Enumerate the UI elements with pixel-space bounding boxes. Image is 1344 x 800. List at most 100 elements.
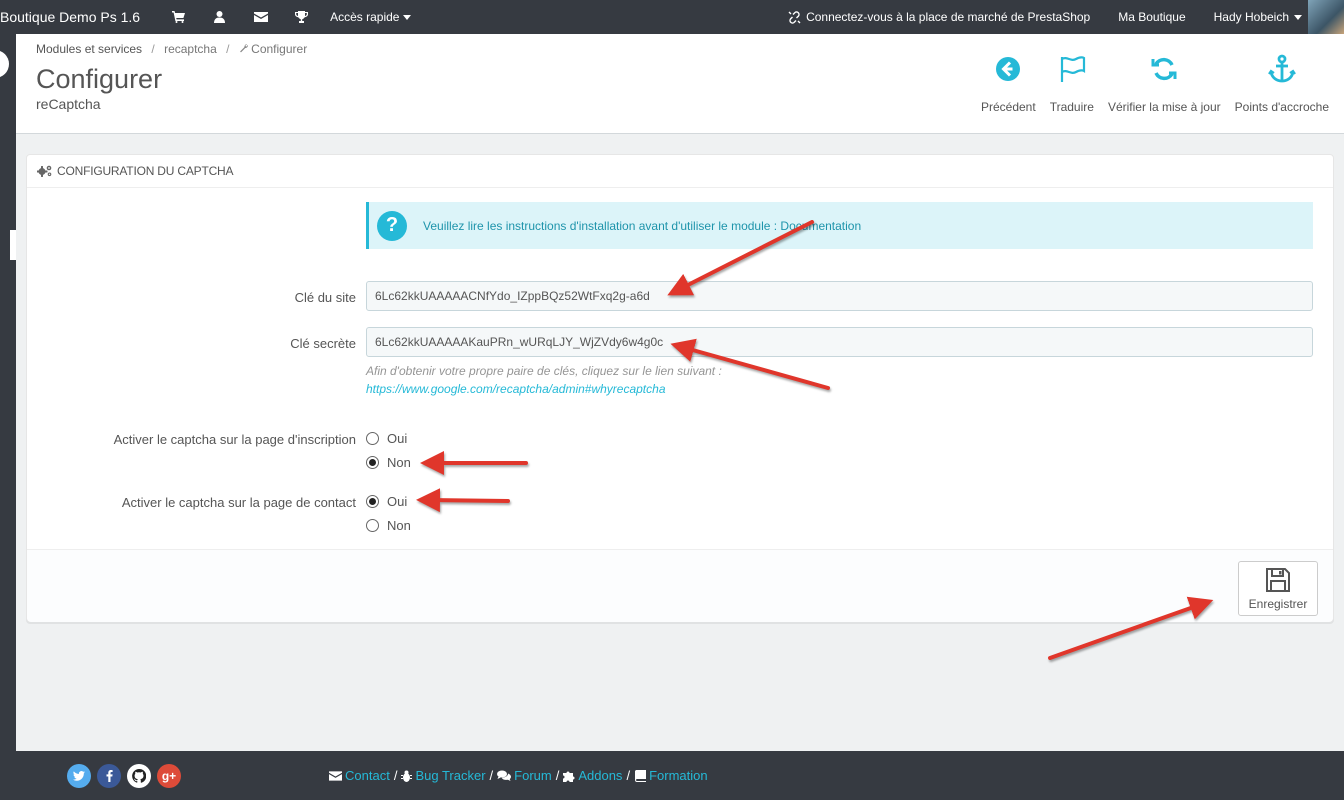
signup-yes-radio[interactable] (366, 432, 379, 445)
bug-icon (401, 770, 413, 782)
contact-captcha-label: Activer le captcha sur la page de contac… (121, 495, 356, 510)
bug-tracker-label: Bug Tracker (415, 768, 486, 783)
hooks-button[interactable]: Points d'accroche (1228, 54, 1336, 114)
contact-yes-radio[interactable] (366, 495, 379, 508)
shop-name[interactable]: Boutique Demo Ps 1.6 (0, 9, 140, 25)
recaptcha-admin-link[interactable]: https://www.google.com/recaptcha/admin#w… (366, 382, 666, 396)
gears-icon (37, 165, 52, 177)
signup-captcha-label: Activer le captcha sur la page d'inscrip… (113, 432, 356, 447)
back-button[interactable]: Précédent (974, 54, 1043, 114)
save-button[interactable]: Enregistrer (1238, 561, 1318, 616)
user-name: Hady Hobeich (1213, 10, 1289, 24)
footer-link-forum[interactable]: Forum (497, 768, 552, 783)
site-key-label: Clé du site (294, 290, 356, 305)
book-icon (635, 769, 647, 782)
secret-key-label: Clé secrète (290, 336, 356, 351)
breadcrumb-item-configure: Configurer (251, 42, 308, 56)
footer: g+ Contact / Bug Tracker / Forum / Addon… (0, 751, 1344, 800)
panel-heading-label: Configuration du captcha (57, 164, 234, 178)
signup-no-radio[interactable] (366, 456, 379, 469)
contact-no-option[interactable]: Non (366, 518, 411, 533)
question-icon: ? (377, 210, 407, 241)
addons-label: Addons (578, 768, 623, 783)
footer-separator: / (489, 768, 494, 783)
social-links: g+ (67, 763, 181, 788)
back-label: Précédent (980, 100, 1036, 114)
anchor-icon (1267, 54, 1296, 83)
marketplace-label: Connectez-vous à la place de marché de P… (806, 10, 1091, 24)
sidebar (0, 34, 16, 751)
save-label: Enregistrer (1248, 596, 1308, 611)
footer-links: Contact / Bug Tracker / Forum / Addons /… (329, 768, 708, 783)
footer-separator: / (626, 768, 631, 783)
check-update-button[interactable]: Vérifier la mise à jour (1101, 54, 1228, 114)
twitter-icon[interactable] (67, 763, 91, 788)
top-navbar: Boutique Demo Ps 1.6 Accès rapide Connec… (0, 0, 1344, 34)
help-text: Afin d'obtenir votre propre paire de clé… (366, 364, 722, 378)
envelope-icon (329, 770, 342, 781)
footer-link-formation[interactable]: Formation (634, 768, 708, 783)
chevron-down-icon (403, 14, 412, 20)
envelope-icon[interactable] (240, 0, 281, 34)
sidebar-toggle[interactable] (0, 50, 9, 78)
my-shop-link[interactable]: Ma Boutique (1104, 10, 1199, 24)
user-menu[interactable]: Hady Hobeich (1200, 10, 1306, 24)
footer-separator: / (555, 768, 560, 783)
translate-label: Traduire (1049, 100, 1094, 114)
breadcrumb-item-recaptcha[interactable]: recaptcha (164, 42, 217, 56)
info-alert: ? Veuillez lire les instructions d'insta… (366, 202, 1313, 249)
contact-no-radio[interactable] (366, 519, 379, 532)
site-key-input[interactable] (366, 281, 1313, 311)
puzzle-icon (563, 771, 575, 782)
secret-key-input[interactable] (366, 327, 1313, 357)
comments-icon (497, 770, 512, 781)
trophy-icon[interactable] (281, 0, 322, 34)
flag-icon (1060, 56, 1085, 82)
signup-no-label: Non (387, 455, 411, 470)
contact-label: Contact (345, 768, 390, 783)
quick-access-label: Accès rapide (330, 10, 400, 24)
breadcrumb: Modules et services / recaptcha / Config… (36, 42, 307, 56)
user-icon[interactable] (199, 0, 240, 34)
footer-link-bug-tracker[interactable]: Bug Tracker (401, 768, 486, 783)
captcha-config-panel: Configuration du captcha ? Veuillez lire… (26, 154, 1334, 622)
avatar[interactable] (1308, 0, 1344, 34)
chevron-down-icon (1294, 14, 1302, 20)
alert-text[interactable]: Veuillez lire les instructions d'install… (423, 219, 861, 233)
refresh-icon (1151, 57, 1177, 81)
forum-label: Forum (514, 768, 552, 783)
puzzle-link-icon (788, 10, 801, 24)
panel-footer: Enregistrer (27, 549, 1333, 622)
signup-no-option[interactable]: Non (366, 455, 411, 470)
footer-link-addons[interactable]: Addons (563, 768, 622, 783)
contact-yes-option[interactable]: Oui (366, 494, 407, 509)
page-header: Modules et services / recaptcha / Config… (16, 34, 1344, 134)
arrow-left-circle-icon (996, 57, 1021, 81)
marketplace-link[interactable]: Connectez-vous à la place de marché de P… (774, 10, 1104, 24)
signup-yes-option[interactable]: Oui (366, 431, 407, 446)
sidebar-active-marker (10, 230, 16, 260)
page-subtitle: reCaptcha (36, 96, 101, 112)
quick-access-menu[interactable]: Accès rapide (330, 10, 412, 24)
breadcrumb-separator: / (151, 42, 155, 56)
facebook-icon[interactable] (97, 763, 121, 788)
footer-separator: / (393, 768, 398, 783)
contact-no-label: Non (387, 518, 411, 533)
floppy-disk-icon (1266, 567, 1290, 592)
signup-yes-label: Oui (387, 431, 408, 446)
page-title: Configurer (36, 64, 163, 94)
hooks-label: Points d'accroche (1234, 100, 1329, 114)
breadcrumb-item-modules[interactable]: Modules et services (36, 42, 142, 56)
google-plus-icon[interactable]: g+ (157, 763, 181, 788)
contact-yes-label: Oui (387, 494, 408, 509)
wrench-icon (240, 44, 248, 53)
github-icon[interactable] (127, 763, 151, 788)
cart-icon[interactable] (158, 0, 199, 34)
formation-label: Formation (649, 768, 708, 783)
check-update-label: Vérifier la mise à jour (1107, 100, 1221, 114)
breadcrumb-separator: / (226, 42, 230, 56)
footer-link-contact[interactable]: Contact (329, 768, 390, 783)
translate-button[interactable]: Traduire (1043, 54, 1101, 114)
page-toolbar: Précédent Traduire Vérifier la mise à jo… (974, 54, 1336, 114)
panel-heading: Configuration du captcha (27, 155, 1333, 188)
